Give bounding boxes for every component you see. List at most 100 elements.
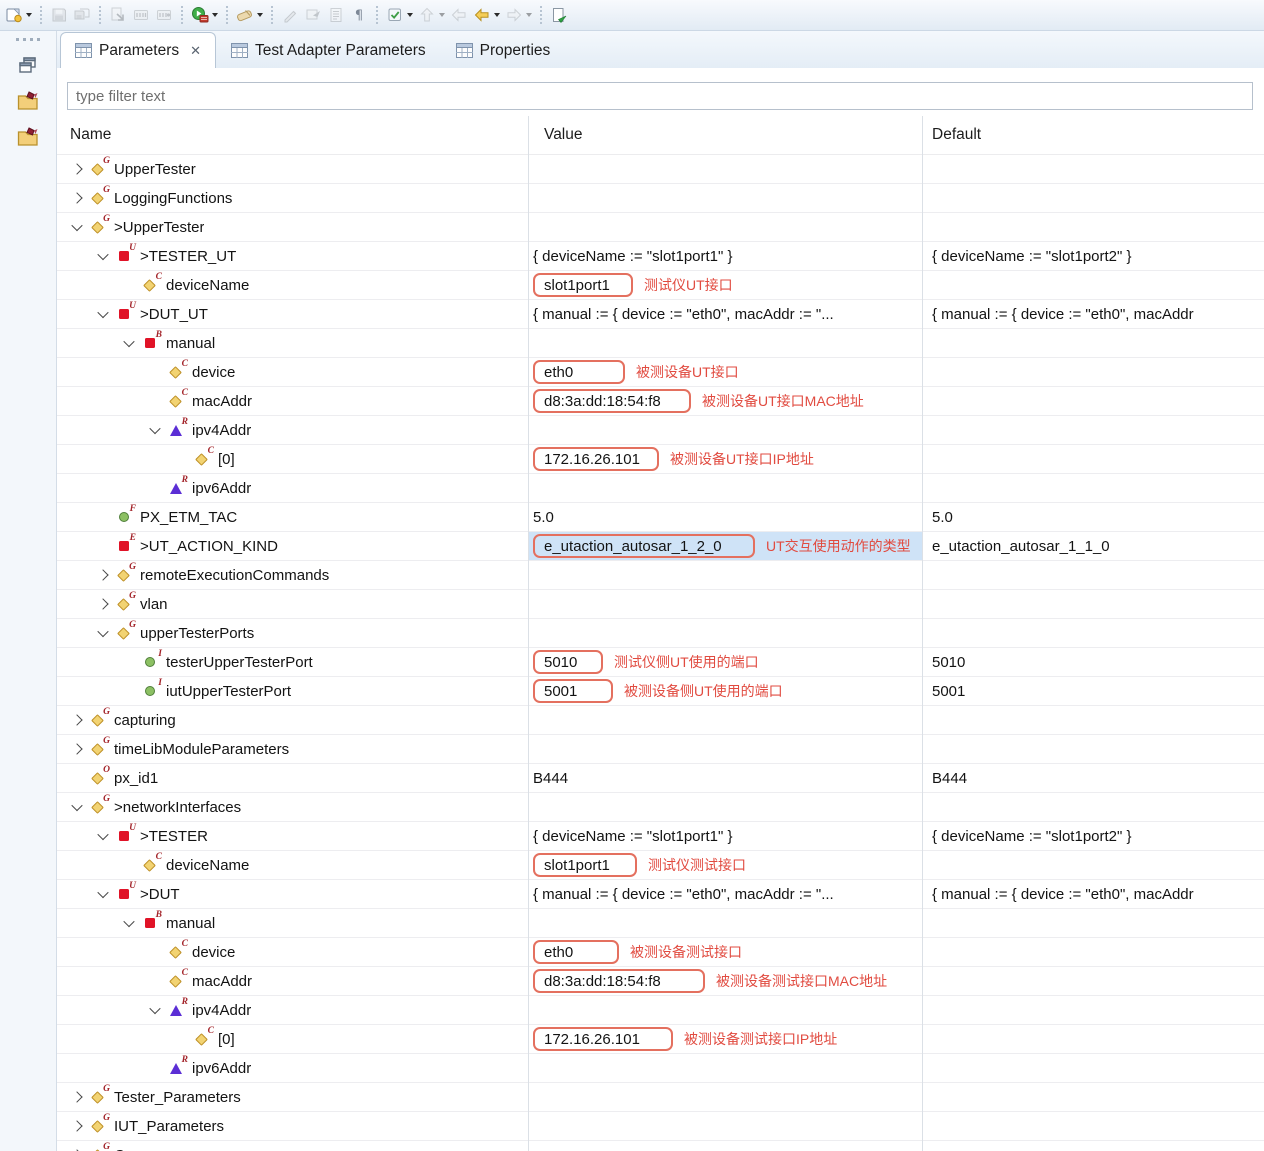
value-cell[interactable]: 172.16.26.101被测设备UT接口IP地址 xyxy=(528,445,922,473)
dropdown-caret-icon[interactable] xyxy=(439,13,445,17)
tree-row[interactable]: GremoteExecutionCommands xyxy=(57,561,1264,590)
expand-toggle[interactable] xyxy=(93,832,113,840)
value-cell[interactable] xyxy=(528,155,922,183)
value-cell[interactable]: { manual := { device := "eth0", macAddr … xyxy=(528,300,922,328)
value-cell[interactable] xyxy=(528,706,922,734)
close-icon[interactable] xyxy=(190,44,201,57)
dropdown-caret-icon[interactable] xyxy=(257,13,263,17)
tree-row[interactable]: G>UpperTester xyxy=(57,213,1264,242)
nav-back-button[interactable] xyxy=(448,3,470,27)
value-cell[interactable] xyxy=(528,735,922,763)
value-cell[interactable] xyxy=(528,184,922,212)
value-cell[interactable] xyxy=(528,329,922,357)
tree-row[interactable]: Ripv4Addr xyxy=(57,996,1264,1025)
tree-row[interactable]: GLoggingFunctions xyxy=(57,184,1264,213)
new-wizard-button[interactable] xyxy=(3,3,34,27)
run-debug-button[interactable] xyxy=(189,3,220,27)
tree-row[interactable]: GtimeLibModuleParameters xyxy=(57,735,1264,764)
value-cell[interactable]: e_utaction_autosar_1_2_0UT交互使用动作的类型 xyxy=(528,532,922,560)
expand-toggle[interactable] xyxy=(67,803,87,811)
value-cell[interactable] xyxy=(528,561,922,589)
tab-parameters[interactable]: Parameters xyxy=(60,32,216,68)
tree-row[interactable]: GupperTesterPorts xyxy=(57,619,1264,648)
value-cell[interactable]: { deviceName := "slot1port1" } xyxy=(528,822,922,850)
expand-toggle[interactable] xyxy=(67,165,87,173)
value-cell[interactable]: 5010测试仪侧UT使用的端口 xyxy=(528,648,922,676)
tree-row[interactable]: G>networkInterfaces xyxy=(57,793,1264,822)
tree-row[interactable]: U>DUT_UT{ manual := { device := "eth0", … xyxy=(57,300,1264,329)
nav-back-active-button[interactable] xyxy=(471,3,502,27)
column-divider[interactable] xyxy=(922,116,923,1151)
dropdown-caret-icon[interactable] xyxy=(212,13,218,17)
dropdown-caret-icon[interactable] xyxy=(26,13,32,17)
tree-row[interactable]: C[0]172.16.26.101被测设备测试接口IP地址 xyxy=(57,1025,1264,1054)
tree-row[interactable]: U>TESTER_UT{ deviceName := "slot1port1" … xyxy=(57,242,1264,271)
expand-toggle[interactable] xyxy=(93,571,113,579)
tree-row[interactable]: FPX_ETM_TAC5.05.0 xyxy=(57,503,1264,532)
nav-up-button[interactable] xyxy=(416,3,447,27)
tab-test-adapter-parameters[interactable]: Test Adapter Parameters xyxy=(216,32,441,68)
expand-toggle[interactable] xyxy=(67,1122,87,1130)
tree-row[interactable]: Cdeviceeth0被测设备UT接口 xyxy=(57,358,1264,387)
tree-row[interactable]: GUpperTester xyxy=(57,155,1264,184)
dropdown-caret-icon[interactable] xyxy=(494,13,500,17)
apply-patch-button[interactable] xyxy=(107,3,129,27)
tree-row[interactable]: Ripv4Addr xyxy=(57,416,1264,445)
value-cell[interactable]: eth0被测设备UT接口 xyxy=(528,358,922,386)
tree-row[interactable]: Cdeviceeth0被测设备测试接口 xyxy=(57,938,1264,967)
value-cell[interactable]: 172.16.26.101被测设备测试接口IP地址 xyxy=(528,1025,922,1053)
value-cell[interactable] xyxy=(528,1083,922,1111)
tree-row[interactable]: Ripv6Addr xyxy=(57,474,1264,503)
nav-forward-button[interactable] xyxy=(503,3,534,27)
dropdown-caret-icon[interactable] xyxy=(526,13,532,17)
value-cell[interactable]: 5.0 xyxy=(528,503,922,531)
tree-row[interactable]: Bmanual xyxy=(57,909,1264,938)
column-header-name[interactable]: Name xyxy=(57,126,528,144)
tree-row[interactable]: U>TESTER{ deviceName := "slot1port1" }{ … xyxy=(57,822,1264,851)
tree-row[interactable]: Bmanual xyxy=(57,329,1264,358)
value-cell[interactable]: B444 xyxy=(528,764,922,792)
value-cell[interactable] xyxy=(528,590,922,618)
value-cell[interactable] xyxy=(528,909,922,937)
expand-toggle[interactable] xyxy=(93,310,113,318)
filter-input[interactable] xyxy=(67,82,1253,110)
expand-toggle[interactable] xyxy=(67,1093,87,1101)
expand-toggle[interactable] xyxy=(93,890,113,898)
column-divider[interactable] xyxy=(528,116,529,1151)
expand-toggle[interactable] xyxy=(145,426,165,434)
tree-row[interactable]: ItesterUpperTesterPort5010测试仪侧UT使用的端口501… xyxy=(57,648,1264,677)
value-cell[interactable] xyxy=(528,996,922,1024)
expand-toggle[interactable] xyxy=(67,745,87,753)
value-cell[interactable]: d8:3a:dd:18:54:f8被测设备UT接口MAC地址 xyxy=(528,387,922,415)
open-folder-red-button[interactable] xyxy=(16,89,40,113)
save-button[interactable] xyxy=(48,3,70,27)
build-log2-button[interactable] xyxy=(153,3,175,27)
expand-toggle[interactable] xyxy=(67,223,87,231)
expand-toggle[interactable] xyxy=(93,252,113,260)
value-cell[interactable] xyxy=(528,416,922,444)
value-cell[interactable]: { manual := { device := "eth0", macAddr … xyxy=(528,880,922,908)
restore-view-button[interactable] xyxy=(16,53,40,77)
tree-row[interactable]: C[0]172.16.26.101被测设备UT接口IP地址 xyxy=(57,445,1264,474)
tree-row[interactable]: E>UT_ACTION_KINDe_utaction_autosar_1_2_0… xyxy=(57,532,1264,561)
value-cell[interactable] xyxy=(528,474,922,502)
tree-row[interactable]: Gcapturing xyxy=(57,706,1264,735)
link-editor-button[interactable] xyxy=(302,3,324,27)
tree-row[interactable]: Opx_id1B444B444 xyxy=(57,764,1264,793)
tree-row[interactable]: Ripv6Addr xyxy=(57,1054,1264,1083)
tree-row[interactable]: Gvlan xyxy=(57,590,1264,619)
value-cell[interactable] xyxy=(528,793,922,821)
dropdown-caret-icon[interactable] xyxy=(407,13,413,17)
value-cell[interactable]: d8:3a:dd:18:54:f8被测设备测试接口MAC地址 xyxy=(528,967,922,995)
value-cell[interactable]: slot1port1测试仪测试接口 xyxy=(528,851,922,879)
value-cell[interactable]: eth0被测设备测试接口 xyxy=(528,938,922,966)
save-all-button[interactable] xyxy=(71,3,93,27)
tree-row[interactable]: CmacAddrd8:3a:dd:18:54:f8被测设备UT接口MAC地址 xyxy=(57,387,1264,416)
task-check-button[interactable] xyxy=(384,3,415,27)
value-cell[interactable] xyxy=(528,1112,922,1140)
value-cell[interactable]: 5001被测设备侧UT使用的端口 xyxy=(528,677,922,705)
last-edit-location-button[interactable] xyxy=(548,3,570,27)
value-cell[interactable] xyxy=(528,619,922,647)
eraser-button[interactable] xyxy=(234,3,265,27)
expand-toggle[interactable] xyxy=(67,194,87,202)
